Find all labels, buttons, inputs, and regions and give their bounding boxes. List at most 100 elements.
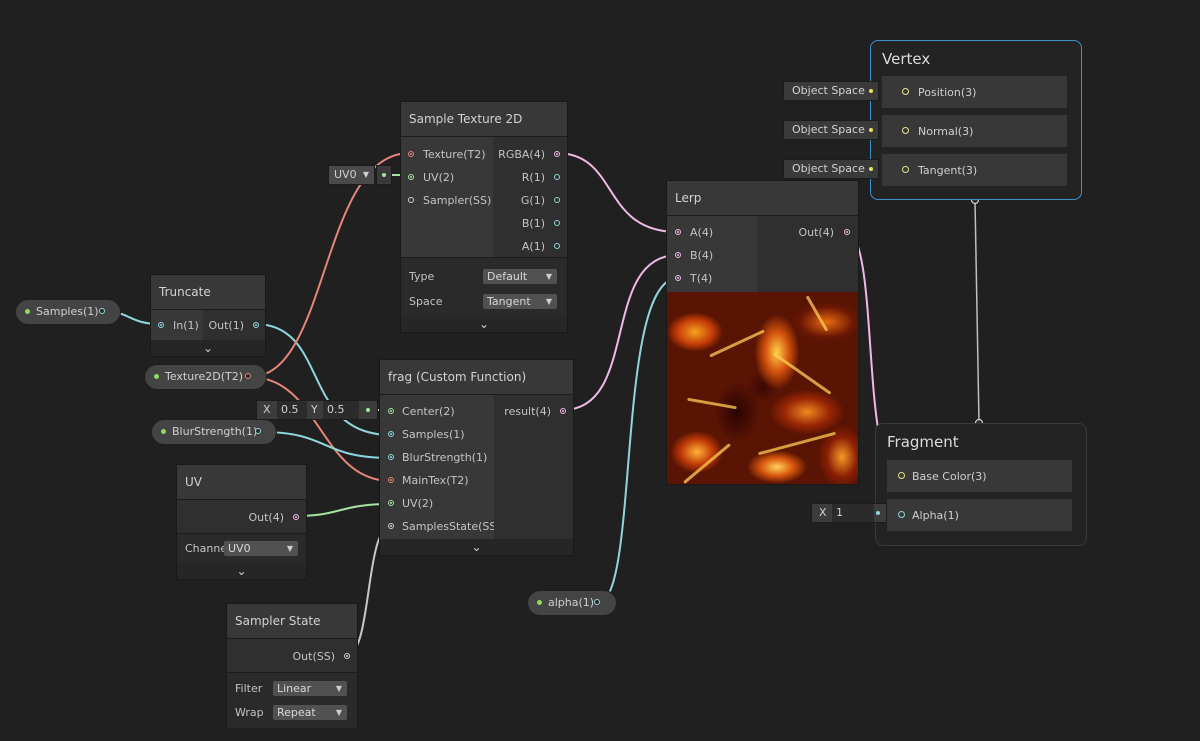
uv-node[interactable]: UV Out(4) Channe UV0 ▼ ⌄ xyxy=(177,465,306,579)
r-output-port[interactable] xyxy=(554,174,560,180)
uv-input-label: UV(2) xyxy=(423,171,455,184)
sampler-state-node[interactable]: Sampler State Out(SS) Filter Linear ▼ Wra… xyxy=(227,604,357,728)
blurstrength-property-node[interactable]: BlurStrength(1) xyxy=(152,420,276,444)
in-input-port[interactable] xyxy=(158,322,164,328)
a-input-port[interactable] xyxy=(675,229,681,235)
uv-input-port[interactable] xyxy=(408,174,414,180)
position-space-field[interactable]: Object Space xyxy=(784,82,878,100)
wire-uv-frag xyxy=(296,503,392,517)
out-output-port[interactable] xyxy=(344,653,350,659)
b-input-port[interactable] xyxy=(675,252,681,258)
blurstrength-output-port[interactable] xyxy=(255,428,261,434)
samples-input-label: Samples(1) xyxy=(402,428,465,441)
node-title[interactable]: frag (Custom Function) xyxy=(380,360,573,394)
center-x-label: X xyxy=(263,403,271,416)
texture2d-property-node[interactable]: Texture2D(T2) xyxy=(145,365,266,389)
tangent-label: Tangent(3) xyxy=(918,164,978,177)
samplesstate-input-port[interactable] xyxy=(388,523,394,529)
alpha-port[interactable] xyxy=(898,511,905,518)
type-label: Type xyxy=(409,270,435,283)
out-output-label: Out(4) xyxy=(798,226,834,239)
position-space-value: Object Space xyxy=(792,84,865,97)
node-title[interactable]: Sample Texture 2D xyxy=(401,102,567,136)
chevron-down-icon: ▼ xyxy=(362,170,369,179)
result-output-port[interactable] xyxy=(560,408,566,414)
tangent-port[interactable] xyxy=(902,166,909,173)
a-output-port[interactable] xyxy=(554,243,560,249)
alpha-property-label: alpha(1) xyxy=(548,596,595,609)
space-dropdown[interactable]: Tangent ▼ xyxy=(483,294,557,309)
rgba-output-port[interactable] xyxy=(554,151,560,157)
expand-chevron-icon[interactable]: ⌄ xyxy=(177,563,306,579)
g-output-port[interactable] xyxy=(554,197,560,203)
t-input-port[interactable] xyxy=(675,275,681,281)
fragment-context[interactable]: Fragment Base Color(3) Alpha(1) xyxy=(875,423,1087,546)
out-output-port[interactable] xyxy=(844,229,850,235)
alpha-x-label: X xyxy=(819,506,827,519)
vertex-context[interactable]: Vertex Position(3) Normal(3) Tangent(3) xyxy=(870,40,1082,200)
truncate-node[interactable]: Truncate In(1) Out(1) ⌄ xyxy=(151,275,265,356)
normal-port[interactable] xyxy=(902,127,909,134)
texture2d-output-port[interactable] xyxy=(245,373,251,379)
expand-chevron-icon[interactable]: ⌄ xyxy=(151,340,265,356)
wire-vertex-fragment xyxy=(974,199,980,424)
sample-texture-2d-node[interactable]: Sample Texture 2D Texture(T2) UV(2) Samp… xyxy=(401,102,567,332)
out-output-label: Out(4) xyxy=(248,511,284,524)
channel-dropdown[interactable]: UV0 ▼ xyxy=(224,541,298,556)
center-y-value[interactable]: 0.5 xyxy=(323,401,359,419)
center-vector2-field[interactable]: X 0.5 Y 0.5 xyxy=(257,401,377,419)
out-output-port[interactable] xyxy=(253,322,259,328)
normal-space-field[interactable]: Object Space xyxy=(784,121,878,139)
samplesstate-input-label: SamplesState(SS) xyxy=(402,520,501,533)
texture-input-port[interactable] xyxy=(408,151,414,157)
channel-value: UV0 xyxy=(228,542,251,555)
channel-label: Channe xyxy=(185,542,228,555)
uv0-inline-dropdown[interactable]: UV0 ▼ xyxy=(329,166,374,184)
a-output-label: A(1) xyxy=(521,240,545,253)
a-input-label: A(4) xyxy=(690,226,714,239)
blurstrength-input-port[interactable] xyxy=(388,454,394,460)
alpha-property-node[interactable]: alpha(1) xyxy=(528,591,616,615)
samples-output-port[interactable] xyxy=(99,308,105,314)
vertex-slot-tangent[interactable]: Tangent(3) xyxy=(882,154,1067,186)
g-output-label: G(1) xyxy=(520,194,545,207)
type-dropdown[interactable]: Default ▼ xyxy=(483,269,557,284)
out-output-label: Out(SS) xyxy=(292,650,336,663)
samples-property-node[interactable]: Samples(1) xyxy=(16,300,120,324)
maintex-input-port[interactable] xyxy=(388,477,394,483)
expand-chevron-icon[interactable]: ⌄ xyxy=(401,316,567,332)
filter-value: Linear xyxy=(277,682,312,695)
basecolor-port[interactable] xyxy=(898,472,905,479)
expand-chevron-icon[interactable]: ⌄ xyxy=(380,539,573,555)
blurstrength-property-label: BlurStrength(1) xyxy=(172,425,258,438)
fragment-slot-alpha[interactable]: Alpha(1) xyxy=(887,499,1072,531)
node-title[interactable]: Truncate xyxy=(151,275,265,309)
position-label: Position(3) xyxy=(918,86,977,99)
uv-input-port[interactable] xyxy=(388,500,394,506)
node-title[interactable]: Lerp xyxy=(667,181,858,215)
filter-dropdown[interactable]: Linear ▼ xyxy=(273,681,347,696)
lerp-node[interactable]: Lerp A(4) B(4) T(4) Out(4) xyxy=(667,181,858,484)
texture2d-property-label: Texture2D(T2) xyxy=(165,370,244,383)
alpha-value-field[interactable]: X 1 xyxy=(812,504,886,522)
fragment-slot-basecolor[interactable]: Base Color(3) xyxy=(887,460,1072,492)
out-output-port[interactable] xyxy=(293,514,299,520)
tangent-space-field[interactable]: Object Space xyxy=(784,160,878,178)
wrap-dropdown[interactable]: Repeat ▼ xyxy=(273,705,347,720)
vertex-slot-position[interactable]: Position(3) xyxy=(882,76,1067,108)
alpha-value[interactable]: 1 xyxy=(832,504,874,522)
position-port[interactable] xyxy=(902,88,909,95)
frag-custom-function-node[interactable]: frag (Custom Function) Center(2) Samples… xyxy=(380,360,573,555)
b-output-port[interactable] xyxy=(554,220,560,226)
space-value: Tangent xyxy=(487,295,531,308)
alpha-output-port[interactable] xyxy=(594,599,600,605)
b-output-label: B(1) xyxy=(521,217,545,230)
center-input-port[interactable] xyxy=(388,408,394,414)
center-x-value[interactable]: 0.5 xyxy=(277,401,307,419)
lerp-preview-image xyxy=(667,292,858,484)
vertex-slot-normal[interactable]: Normal(3) xyxy=(882,115,1067,147)
node-title[interactable]: UV xyxy=(177,465,306,499)
node-title[interactable]: Sampler State xyxy=(227,604,357,638)
sampler-input-port[interactable] xyxy=(408,197,414,203)
samples-input-port[interactable] xyxy=(388,431,394,437)
